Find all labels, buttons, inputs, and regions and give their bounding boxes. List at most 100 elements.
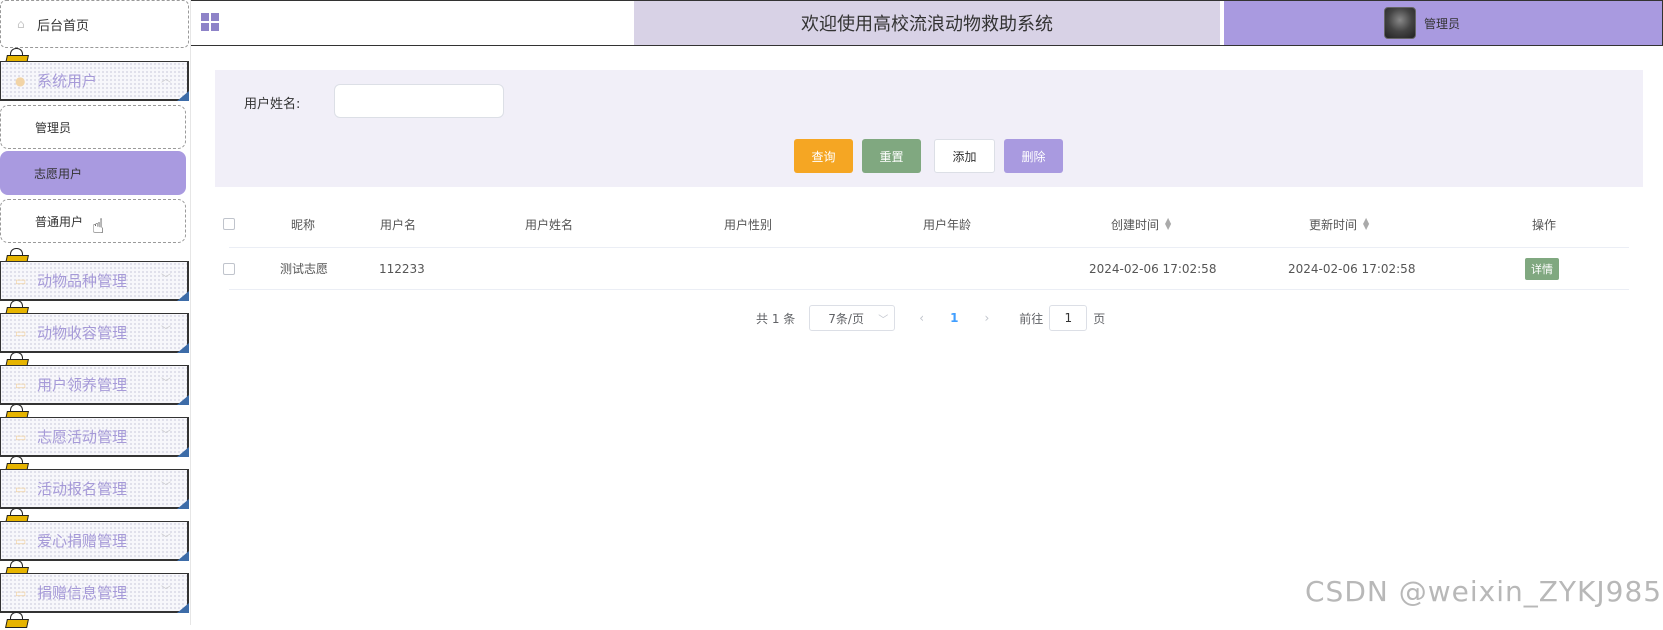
sidebar-item-label: 志愿用户 [34, 166, 83, 181]
hand-cursor-icon: ☝ [92, 214, 105, 238]
total-count: 共 1 条 [756, 311, 796, 326]
folder-icon: ▭ [15, 429, 27, 444]
sidebar-group-system-users[interactable]: ● 系统用户 ︿ [0, 61, 189, 101]
sidebar: ⌂ 后台首页 ● 系统用户 ︿ 管理员 志愿用户 普通用户 ☝ ▭ 动物品种管理… [0, 0, 191, 628]
chevron-down-icon: ﹀ [878, 314, 889, 326]
next-page-icon[interactable]: › [984, 311, 989, 325]
sidebar-group-label: 活动报名管理 [37, 480, 128, 498]
folder-icon: ▭ [15, 533, 27, 548]
column-header-sortable[interactable]: 创建时间 ▲ ▼ [1111, 201, 1171, 247]
goto-page-input[interactable]: 1 [1049, 305, 1088, 331]
menu-grid-icon[interactable] [201, 13, 219, 31]
page-size-select[interactable]: 7条/页 ﹀ [809, 305, 896, 331]
chevron-down-icon: ﹀ [161, 326, 171, 337]
row-select-cell [223, 248, 235, 289]
sidebar-group-label: 系统用户 [37, 72, 98, 90]
page-fold-decoration [177, 447, 189, 457]
column-header: 用户姓名 [525, 217, 574, 232]
column-header: 用户名 [380, 217, 417, 232]
chevron-up-icon: ︿ [161, 74, 171, 85]
cell-nickname: 测试志愿 [280, 262, 329, 276]
data-table: 昵称 用户名 用户姓名 用户性别 用户年龄 创建时间 ▲ ▼ 更新时间 ▲ ▼ 操作… [223, 201, 1629, 290]
row-checkbox[interactable] [223, 262, 235, 275]
sidebar-group-adoption[interactable]: ▭ 用户领养管理 ﹀ [0, 365, 189, 405]
current-page[interactable]: 1 [950, 311, 958, 325]
sidebar-group-label: 捐赠信息管理 [37, 584, 128, 602]
select-all-cell [223, 201, 235, 247]
add-button[interactable]: 添加 [934, 139, 995, 173]
page-fold-decoration [177, 551, 189, 561]
chevron-down-icon: ﹀ [161, 430, 171, 441]
delete-button[interactable]: 删除 [1004, 139, 1063, 173]
sidebar-item-label: 普通用户 [35, 214, 84, 229]
column-header: 昵称 [291, 217, 316, 232]
folder-icon: ▭ [15, 585, 27, 600]
sort-icon[interactable]: ▲ ▼ [1165, 217, 1171, 231]
sidebar-group-label: 动物品种管理 [37, 272, 128, 290]
folder-icon: ▭ [15, 481, 27, 496]
reset-button[interactable]: 重置 [862, 139, 921, 173]
page-fold-decoration [177, 603, 189, 613]
column-header: 用户年龄 [923, 217, 972, 232]
sidebar-group-animal-breed[interactable]: ▭ 动物品种管理 ﹀ [0, 261, 189, 301]
sidebar-group-label: 志愿活动管理 [37, 428, 128, 446]
folder-icon: ▭ [15, 273, 27, 288]
page-fold-decoration [177, 91, 189, 101]
avatar [1384, 7, 1416, 39]
home-icon: ⌂ [17, 17, 25, 31]
sidebar-group-donation[interactable]: ▭ 爱心捐赠管理 ﹀ [0, 521, 189, 561]
user-menu[interactable]: 管理员 [1224, 1, 1662, 45]
chevron-down-icon: ﹀ [161, 274, 171, 285]
prev-page-icon[interactable]: ‹ [919, 311, 924, 325]
folder-icon: ▭ [15, 377, 27, 392]
user-icon: ● [15, 73, 26, 88]
watermark: CSDN @weixin_ZYKJ985 [1305, 575, 1663, 608]
binder-clip-icon [4, 612, 30, 630]
table-row: 测试志愿 112233 2024-02-06 17:02:58 2024-02-… [223, 248, 1629, 290]
column-header-sortable[interactable]: 更新时间 ▲ ▼ [1309, 201, 1369, 247]
chevron-down-icon: ﹀ [161, 534, 171, 545]
top-bar: 欢迎使用高校流浪动物救助系统 管理员 [191, 0, 1663, 46]
column-header: 用户性别 [724, 217, 773, 232]
user-name: 管理员 [1424, 16, 1461, 31]
search-input[interactable] [334, 84, 504, 118]
sidebar-item-volunteer-users[interactable]: 志愿用户 [0, 151, 186, 195]
sidebar-item-label: 后台首页 [37, 18, 90, 34]
chevron-down-icon: ﹀ [161, 586, 171, 597]
sort-icon[interactable]: ▲ ▼ [1363, 217, 1369, 231]
page-fold-decoration [177, 395, 189, 405]
page-title: 欢迎使用高校流浪动物救助系统 [634, 1, 1220, 45]
sidebar-group-label: 动物收容管理 [37, 324, 128, 342]
goto-label: 前往 [1019, 311, 1044, 326]
cell-username: 112233 [379, 261, 425, 276]
search-panel: 用户姓名: 查询 重置 添加 删除 [215, 70, 1643, 187]
sidebar-group-label: 爱心捐赠管理 [37, 532, 128, 550]
sidebar-group-activity-signup[interactable]: ▭ 活动报名管理 ﹀ [0, 469, 189, 509]
select-all-checkbox[interactable] [223, 218, 235, 230]
pagination: 共 1 条 7条/页 ﹀ ‹ 1 › 前往 1 页 [756, 305, 1105, 331]
detail-button[interactable]: 详情 [1525, 257, 1559, 280]
column-header: 操作 [1532, 217, 1557, 232]
sidebar-item-label: 管理员 [35, 120, 72, 135]
sidebar-group-donation-info[interactable]: ▭ 捐赠信息管理 ﹀ [0, 573, 189, 613]
sidebar-item-admin[interactable]: 管理员 [0, 105, 186, 149]
column-header: 更新时间 [1309, 217, 1358, 232]
cell-created: 2024-02-06 17:02:58 [1089, 261, 1217, 276]
page-fold-decoration [177, 343, 189, 353]
folder-icon: ▭ [15, 325, 27, 340]
page-size-value: 7条/页 [828, 311, 864, 326]
sidebar-group-animal-shelter[interactable]: ▭ 动物收容管理 ﹀ [0, 313, 189, 353]
cell-action: 详情 [1525, 248, 1559, 289]
sidebar-item-home[interactable]: ⌂ 后台首页 [0, 0, 189, 48]
chevron-down-icon: ﹀ [161, 482, 171, 493]
page-fold-decoration [177, 499, 189, 509]
cell-updated: 2024-02-06 17:02:58 [1288, 261, 1416, 276]
chevron-down-icon: ﹀ [161, 378, 171, 389]
table-header: 昵称 用户名 用户姓名 用户性别 用户年龄 创建时间 ▲ ▼ 更新时间 ▲ ▼ 操作 [223, 201, 1629, 248]
sidebar-group-volunteer-activity[interactable]: ▭ 志愿活动管理 ﹀ [0, 417, 189, 457]
query-button[interactable]: 查询 [794, 139, 853, 173]
page-fold-decoration [177, 291, 189, 301]
column-header: 创建时间 [1111, 217, 1160, 232]
search-label: 用户姓名: [244, 97, 301, 112]
page-suffix: 页 [1093, 311, 1106, 326]
